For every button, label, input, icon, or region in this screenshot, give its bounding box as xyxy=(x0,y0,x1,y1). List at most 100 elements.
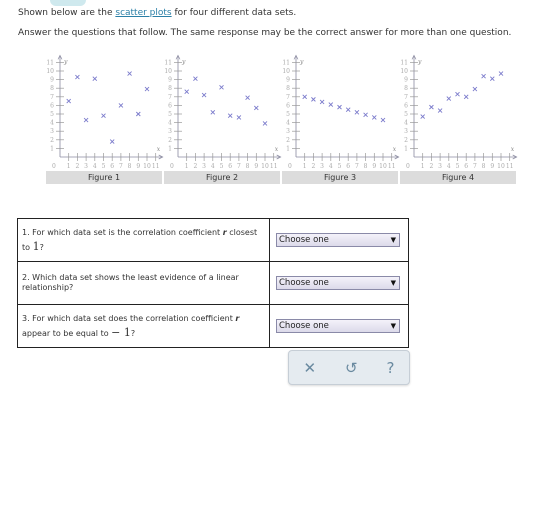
x-tick-label: 1 xyxy=(303,163,307,170)
x-tick-label: 4 xyxy=(447,163,451,170)
y-tick-label: 10 xyxy=(164,68,172,75)
help-icon[interactable]: ? xyxy=(387,359,395,377)
clear-icon[interactable]: ✕ xyxy=(303,359,316,377)
y-tick-label: 3 xyxy=(50,128,54,135)
y-tick-label: 4 xyxy=(404,120,408,127)
x-tick-label: 8 xyxy=(246,163,250,170)
y-tick-label: 9 xyxy=(168,77,172,84)
x-tick-label: 2 xyxy=(193,163,197,170)
scatter-plots-link[interactable]: scatter plots xyxy=(115,8,171,18)
scatter-plot-2: 1 2 3 4 5 6 7 8 9 10 1112345678910110xy xyxy=(164,54,282,170)
data-point xyxy=(253,105,259,111)
answer-cell-2: Choose one ▼ xyxy=(269,261,409,305)
data-point xyxy=(311,97,316,102)
x-tick-label: 2 xyxy=(75,163,79,170)
y-tick-label: 2 xyxy=(286,137,290,144)
y-tick-label: 5 xyxy=(286,111,290,118)
question-row-1: 1. For which data set is the correlation… xyxy=(17,218,409,262)
x-axis-label: x xyxy=(393,146,397,153)
data-point xyxy=(127,71,132,76)
dropdown-arrow-icon: ▼ xyxy=(390,279,396,287)
y-tick-label: 6 xyxy=(404,102,408,109)
figure-1: 1 2 3 4 5 6 7 8 9 10 11 1 2 3 4 5 6 7 8 9 10 11 0 x y Figure 1 xyxy=(46,52,164,186)
answer-cell-3: Choose one ▼ xyxy=(269,304,409,348)
y-tick-label: 5 xyxy=(168,111,172,118)
x-tick-label: 4 xyxy=(93,163,97,170)
y-tick-label: 11 xyxy=(282,59,290,66)
y-tick-label: 10 xyxy=(282,68,290,75)
origin-label: 0 xyxy=(52,163,56,170)
answer-cell-1: Choose one ▼ xyxy=(269,218,409,262)
x-tick-label: 9 xyxy=(136,163,140,170)
data-point xyxy=(184,89,190,94)
data-point xyxy=(201,92,207,98)
data-point xyxy=(118,103,124,108)
y-tick-label: 8 xyxy=(404,85,408,92)
x-tick-label: 6 xyxy=(464,163,468,170)
y-tick-label: 8 xyxy=(168,85,172,92)
y-tick-label: 5 xyxy=(404,111,408,118)
q-number: − 1 xyxy=(111,325,131,339)
y-tick-label: 7 xyxy=(50,94,54,101)
data-point xyxy=(463,94,469,100)
data-point xyxy=(429,104,434,110)
y-tick-label: 7 xyxy=(168,94,172,101)
y-tick-label: 3 xyxy=(168,128,172,135)
data-point xyxy=(236,115,242,120)
answer-toolbar: ✕ ↺ ? xyxy=(288,350,410,385)
x-tick-label: 8 xyxy=(482,163,486,170)
data-point xyxy=(262,121,268,126)
x-tick-label: 2 xyxy=(429,163,433,170)
data-point xyxy=(380,117,386,123)
select-value: Choose one xyxy=(279,321,329,331)
q-text: 1. For which data set is the correlation… xyxy=(22,227,223,237)
x-tick-label: 4 xyxy=(329,163,333,170)
x-axis-label: x xyxy=(511,146,515,153)
x-tick-label: 5 xyxy=(220,163,224,170)
figure-3: 1 2 3 4 5 6 7 8 9 10 11 1 2 3 4 5 6 7 8 9 10 11 0 x y Figure 3 xyxy=(282,52,400,186)
data-point xyxy=(75,74,80,80)
y-tick-label: 11 xyxy=(46,59,54,66)
select-value: Choose one xyxy=(279,278,329,288)
data-point xyxy=(92,76,98,82)
answer-select-2[interactable]: Choose one ▼ xyxy=(276,276,400,290)
intro-line-2: Answer the questions that follow. The sa… xyxy=(18,28,512,38)
x-tick-label: 10 xyxy=(379,163,387,170)
question-row-3: 3. For which data set does the correlati… xyxy=(17,304,409,348)
answer-select-3[interactable]: Choose one ▼ xyxy=(276,319,400,333)
y-tick-label: 2 xyxy=(50,137,54,144)
y-tick-label: 6 xyxy=(286,102,290,109)
data-point xyxy=(302,94,308,100)
x-tick-label: 1 xyxy=(421,163,425,170)
x-axis-label: x xyxy=(157,146,161,153)
data-point xyxy=(83,117,89,123)
x-tick-label: 1 xyxy=(185,163,189,170)
y-tick-label: 1 xyxy=(286,145,290,152)
scatter-plot-1: 1 2 3 4 5 6 7 8 9 10 1112345678910110xy xyxy=(46,54,164,170)
undo-icon[interactable]: ↺ xyxy=(345,359,358,377)
q-end: ? xyxy=(39,242,44,252)
data-point xyxy=(245,95,250,100)
y-tick-label: 4 xyxy=(286,120,290,127)
figure-4: 1 2 3 4 5 6 7 8 9 10 11 1 2 3 4 5 6 7 8 9 10 11 0 x y Figure 4 xyxy=(400,52,518,186)
y-tick-label: 4 xyxy=(50,120,54,127)
y-tick-label: 11 xyxy=(164,59,172,66)
y-tick-label: 7 xyxy=(286,94,290,101)
data-point xyxy=(437,108,443,113)
y-axis-label: y xyxy=(181,58,186,65)
data-point xyxy=(371,115,377,120)
q-text: 3. For which data set does the correlati… xyxy=(22,313,236,323)
data-point xyxy=(219,85,224,90)
y-tick-label: 9 xyxy=(50,77,54,84)
q-text: appear to be equal to xyxy=(22,328,112,338)
answer-select-1[interactable]: Choose one ▼ xyxy=(276,233,400,247)
data-point xyxy=(328,102,334,107)
y-tick-label: 2 xyxy=(404,137,408,144)
y-tick-label: 7 xyxy=(404,94,408,101)
y-tick-label: 6 xyxy=(168,102,172,109)
scatter-plot-4: 1 2 3 4 5 6 7 8 9 10 1112345678910110xy xyxy=(400,54,518,170)
x-axis-label: x xyxy=(275,146,279,153)
data-point xyxy=(446,96,452,101)
y-tick-label: 6 xyxy=(50,102,54,109)
data-point xyxy=(135,111,141,117)
